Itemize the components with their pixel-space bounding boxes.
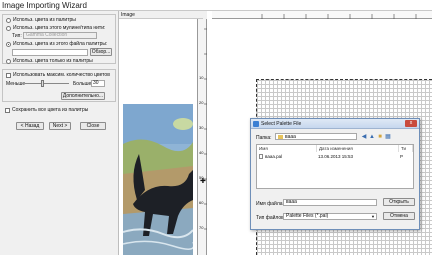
less-label: Меньше xyxy=(6,81,26,87)
thread-type-select[interactable]: Gamma Collection xyxy=(23,32,97,39)
new-folder-icon[interactable]: ■ xyxy=(377,134,383,140)
back-button[interactable]: < Назад xyxy=(16,122,44,130)
image-panel-label: Image xyxy=(119,11,203,19)
option-palette-file[interactable]: Использ. цвета из этого файла палитры: xyxy=(6,41,107,47)
select-palette-dialog: Select Palette File x Папка: вааа ◀ ▲ ■ … xyxy=(250,118,420,230)
checkbox-icon[interactable] xyxy=(5,107,10,113)
filetype-label: Тип файлов: xyxy=(256,215,286,221)
column-type[interactable]: Ти xyxy=(399,145,413,152)
browse-button[interactable]: Обзор... xyxy=(90,48,112,56)
filename-label: Имя файла: xyxy=(256,201,284,207)
ruler-number: 70 xyxy=(199,225,204,230)
horizontal-ruler xyxy=(212,11,432,19)
max-colors-check[interactable]: Использовать максим. количество цветов xyxy=(6,72,110,78)
filetype-select[interactable]: Palette Files (*.pal) ▼ xyxy=(283,213,377,220)
more-label: Больше xyxy=(73,81,92,87)
advanced-button[interactable]: Дополнительно... xyxy=(61,92,105,100)
ruler-number: 40 xyxy=(199,150,204,155)
dog-image xyxy=(123,104,193,255)
color-count-input[interactable]: 30 xyxy=(91,80,105,87)
view-menu-icon[interactable]: ▦ xyxy=(385,134,391,140)
folder-select[interactable]: вааа xyxy=(275,133,357,140)
back-icon[interactable]: ◀ xyxy=(361,134,367,140)
dialog-close-button[interactable]: x xyxy=(405,120,417,127)
file-list[interactable]: Имя Дата изменения Ти вааа.pal 13.06.201… xyxy=(256,144,414,189)
radio-icon[interactable] xyxy=(6,25,11,31)
folder-icon xyxy=(278,134,283,139)
folder-label: Папка: xyxy=(256,135,272,141)
slider-thumb[interactable] xyxy=(41,80,44,87)
option-thread-colors[interactable]: Использ. цвета этого мулине/типа нити: xyxy=(6,25,105,31)
file-row[interactable]: вааа.pal 13.06.2013 15:53 P xyxy=(258,153,412,160)
palette-file-path-input[interactable] xyxy=(12,49,88,56)
open-button[interactable]: Открыть xyxy=(383,198,415,206)
close-button[interactable]: Close xyxy=(80,122,106,130)
radio-icon[interactable] xyxy=(6,58,11,64)
column-name[interactable]: Имя xyxy=(257,145,317,152)
palette-source-group: Использ. цвета из палитры Использ. цвета… xyxy=(2,14,116,64)
max-colors-group: Использовать максим. количество цветов М… xyxy=(2,69,116,102)
ruler-number: 30 xyxy=(199,125,204,130)
window-title: Image Importing Wizard xyxy=(0,0,432,11)
chevron-down-icon: ▼ xyxy=(371,214,375,219)
column-date[interactable]: Дата изменения xyxy=(317,145,399,152)
dialog-titlebar: Select Palette File x xyxy=(251,119,419,129)
option-palette-colors[interactable]: Использ. цвета из палитры xyxy=(6,17,76,23)
radio-icon[interactable] xyxy=(6,41,11,47)
next-button[interactable]: Next > xyxy=(49,122,71,130)
max-colors-slider[interactable] xyxy=(25,83,69,84)
ruler-number: 20 xyxy=(199,100,204,105)
ruler-number: 60 xyxy=(199,200,204,205)
wizard-options-panel: Использ. цвета из палитры Использ. цвета… xyxy=(0,11,119,255)
vertical-ruler: 10 20 30 40 50 60 70 ✚ xyxy=(197,19,208,255)
save-colors-check[interactable]: Сохранить все цвета из палитры xyxy=(5,107,88,113)
checkbox-icon[interactable] xyxy=(6,72,11,78)
option-palette-only[interactable]: Использ. цвета только из палитры xyxy=(6,58,93,64)
up-folder-icon[interactable]: ▲ xyxy=(369,134,375,140)
dialog-title: Select Palette File xyxy=(261,121,302,127)
radio-icon[interactable] xyxy=(6,17,11,23)
crosshair-marker: ✚ xyxy=(200,178,206,185)
filename-input[interactable]: вааа xyxy=(283,199,377,206)
app-icon xyxy=(253,121,259,127)
file-icon xyxy=(259,154,263,159)
cancel-button[interactable]: Отмена xyxy=(383,212,415,220)
type-label: Тип: xyxy=(12,33,22,39)
ruler-number: 10 xyxy=(199,75,204,80)
